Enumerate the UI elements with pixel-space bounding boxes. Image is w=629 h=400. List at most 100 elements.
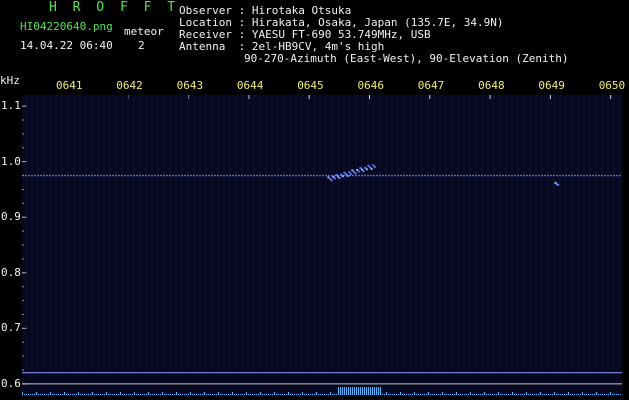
amplitude-bar bbox=[174, 394, 175, 395]
amplitude-bar bbox=[462, 394, 463, 395]
amplitude-bar bbox=[210, 394, 211, 395]
amplitude-bar bbox=[494, 394, 495, 395]
amplitude-bar bbox=[558, 394, 559, 395]
amplitude-bar bbox=[24, 394, 25, 395]
amplitude-bar bbox=[326, 394, 327, 395]
amplitude-bar bbox=[54, 394, 55, 395]
amplitude-bar bbox=[352, 387, 353, 395]
title: H R O F F T bbox=[49, 0, 180, 15]
amplitude-bar bbox=[544, 394, 545, 395]
amplitude-bar bbox=[270, 394, 271, 395]
amplitude-bar bbox=[228, 394, 229, 395]
amplitude-bar bbox=[264, 394, 265, 395]
amplitude-bar bbox=[422, 394, 423, 395]
amplitude-bar bbox=[166, 394, 167, 395]
amplitude-bar bbox=[554, 392, 555, 395]
amplitude-bar bbox=[426, 394, 427, 395]
amplitude-bar bbox=[206, 394, 207, 395]
meteor-echo-pixel bbox=[349, 172, 352, 175]
amplitude-bar bbox=[356, 387, 357, 395]
amplitude-bar bbox=[214, 394, 215, 395]
amplitude-bar bbox=[176, 392, 177, 395]
amplitude-bar bbox=[232, 392, 233, 395]
amplitude-bar bbox=[208, 394, 209, 395]
amplitude-bar bbox=[280, 394, 281, 395]
meteor-echo-pixel bbox=[346, 174, 349, 177]
meteor-echo-pixel bbox=[373, 165, 376, 168]
amplitude-bar bbox=[216, 394, 217, 395]
amplitude-bar bbox=[372, 387, 373, 395]
amplitude-bar bbox=[430, 394, 431, 395]
amplitude-bar bbox=[330, 392, 331, 395]
amplitude-bar bbox=[370, 387, 371, 395]
amplitude-bar bbox=[574, 394, 575, 395]
amplitude-bar bbox=[198, 394, 199, 395]
amplitude-bar bbox=[94, 394, 95, 395]
antenna-direction-info: 90-270-Azimuth (East-West), 90-Elevation… bbox=[244, 52, 569, 65]
amplitude-bar bbox=[482, 394, 483, 395]
amplitude-bar bbox=[288, 392, 289, 395]
amplitude-bar bbox=[458, 394, 459, 395]
amplitude-bar bbox=[376, 387, 377, 395]
meteor-echo-pixel bbox=[362, 170, 365, 173]
amplitude-bar bbox=[282, 394, 283, 395]
amplitude-bar bbox=[172, 394, 173, 395]
amplitude-bar bbox=[590, 394, 591, 395]
amplitude-bar bbox=[308, 394, 309, 395]
amplitude-bar bbox=[72, 394, 73, 395]
amplitude-bar bbox=[386, 392, 387, 395]
amplitude-bar bbox=[268, 394, 269, 395]
meteor-echo-pixel bbox=[357, 170, 360, 173]
amplitude-bar bbox=[128, 394, 129, 395]
amplitude-bar bbox=[244, 394, 245, 395]
amplitude-bar bbox=[400, 392, 401, 395]
amplitude-bar bbox=[440, 394, 441, 395]
x-tick-label: 0650 bbox=[598, 79, 626, 92]
amplitude-bar bbox=[508, 394, 509, 395]
amplitude-bar bbox=[112, 394, 113, 395]
amplitude-bar bbox=[406, 394, 407, 395]
y-tick-label: 0.9 bbox=[1, 210, 21, 224]
amplitude-bar bbox=[318, 394, 319, 395]
amplitude-bar bbox=[284, 394, 285, 395]
amplitude-bar bbox=[516, 394, 517, 395]
amplitude-bar bbox=[314, 394, 315, 395]
amplitude-bar bbox=[442, 392, 443, 395]
amplitude-bar bbox=[158, 394, 159, 395]
amplitude-bar bbox=[92, 392, 93, 395]
amplitude-bar bbox=[394, 394, 395, 395]
amplitude-bar bbox=[408, 394, 409, 395]
amplitude-bar bbox=[602, 394, 603, 395]
amplitude-bar bbox=[100, 394, 101, 395]
amplitude-bar bbox=[122, 394, 123, 395]
amplitude-bar bbox=[194, 394, 195, 395]
amplitude-bar bbox=[246, 392, 247, 395]
amplitude-bar bbox=[30, 394, 31, 395]
amplitude-bar bbox=[374, 387, 375, 395]
amplitude-bar bbox=[570, 394, 571, 395]
amplitude-bar bbox=[22, 392, 23, 395]
amplitude-bar bbox=[170, 394, 171, 395]
meteor-label: meteor bbox=[124, 25, 164, 38]
amplitude-bar bbox=[296, 394, 297, 395]
amplitude-bar bbox=[472, 394, 473, 395]
amplitude-bar bbox=[114, 394, 115, 395]
amplitude-bar bbox=[278, 394, 279, 395]
amplitude-bar bbox=[612, 394, 613, 395]
x-tick-label: 0641 bbox=[56, 79, 83, 92]
amplitude-bar bbox=[350, 387, 351, 395]
amplitude-bar bbox=[204, 392, 205, 395]
amplitude-bar bbox=[378, 387, 379, 395]
spectrogram-svg bbox=[22, 95, 622, 395]
amplitude-bar bbox=[416, 394, 417, 395]
amplitude-bar bbox=[588, 394, 589, 395]
meteor-echo-pixel bbox=[354, 172, 357, 175]
amplitude-bar bbox=[302, 392, 303, 395]
amplitude-bar bbox=[524, 394, 525, 395]
amplitude-bar bbox=[118, 394, 119, 395]
amplitude-bar bbox=[618, 394, 619, 395]
amplitude-bar bbox=[564, 394, 565, 395]
amplitude-bar bbox=[468, 394, 469, 395]
amplitude-bar bbox=[464, 394, 465, 395]
amplitude-bar bbox=[518, 394, 519, 395]
